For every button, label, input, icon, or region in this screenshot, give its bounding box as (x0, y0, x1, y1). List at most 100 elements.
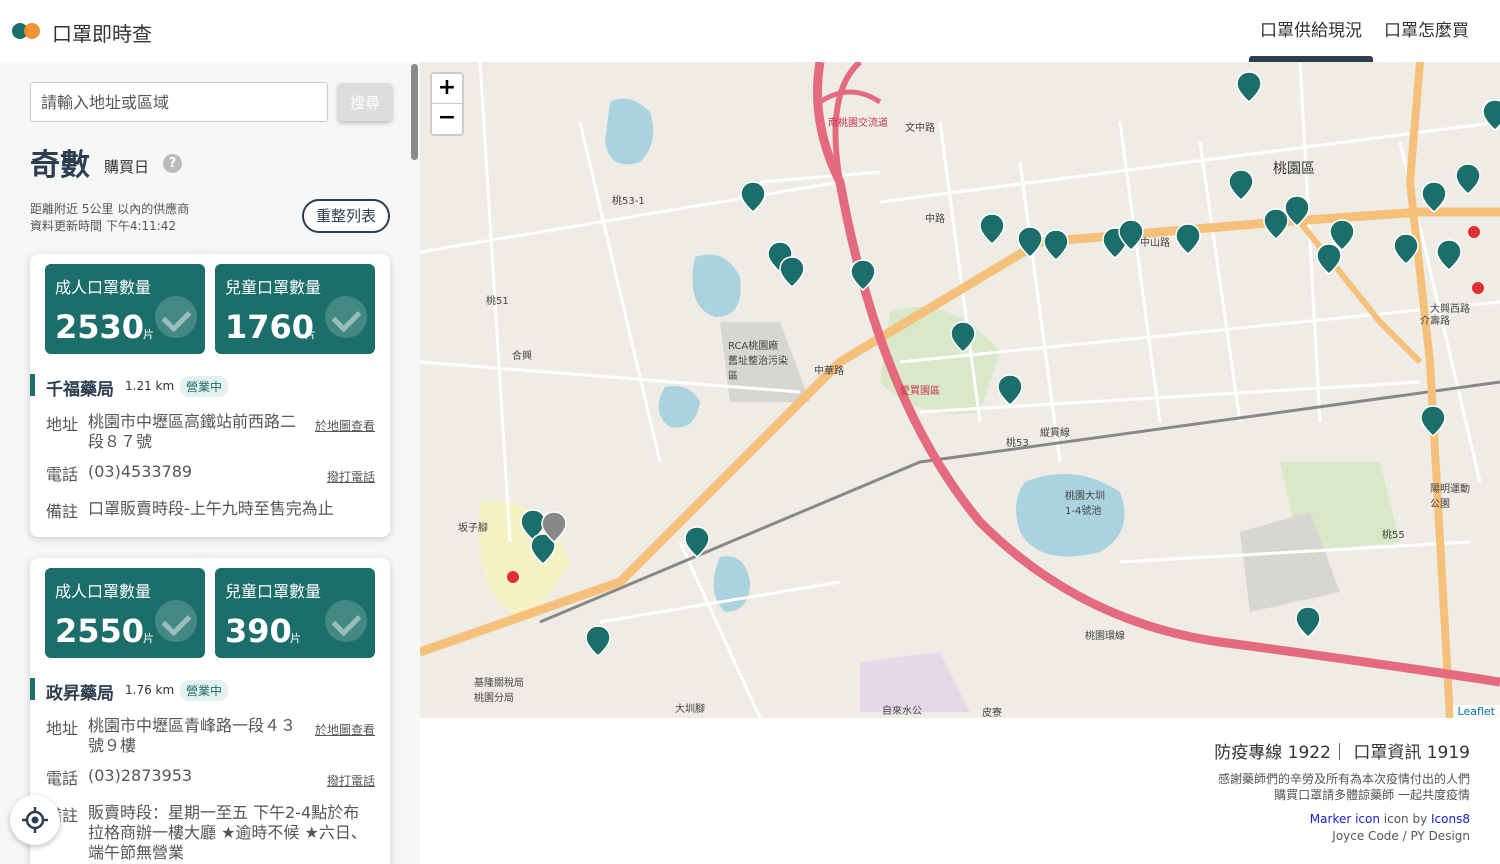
zoom-in-button[interactable]: + (432, 74, 462, 104)
store-distance: 1.21 km (125, 379, 175, 393)
map-label: 皮寮 (982, 708, 1002, 718)
child-mask-number: 390 (225, 612, 292, 650)
search-button[interactable]: 搜尋 (338, 83, 392, 121)
store-note: 口罩販賣時段-上午九時至售完為止 (88, 499, 334, 518)
map-label: 縱貫線 (1040, 428, 1070, 439)
map-label: 桃園大圳1-4號池 (1065, 491, 1105, 517)
zoom-control: + − (430, 72, 464, 136)
map-label: 中路 (925, 214, 945, 225)
map-label: 大圳腳 (675, 704, 705, 715)
marker-icon-link[interactable]: Marker icon (1310, 812, 1380, 826)
map[interactable]: 南桃園交流道 文中路 桃園區 中山路 中華路 桃園環線 縱貫線 桃園大圳1-4號… (420, 62, 1500, 718)
map-label: 陽明運動公園 (1430, 484, 1470, 510)
call-link[interactable]: 撥打電話 (327, 468, 375, 485)
adult-mask-count: 成人口罩數量 2530 片 (45, 264, 205, 354)
map-label: 自來水公 (882, 706, 922, 717)
address-label: 地址 (46, 415, 79, 434)
store-phone: (03)4533789 (88, 462, 193, 481)
view-on-map-link[interactable]: 於地圖查看 (315, 417, 375, 434)
status-badge: 營業中 (180, 376, 229, 397)
pharmacy-card[interactable]: 成人口罩數量 2530 片 兒童口罩數量 1760 片 千福藥局 1.21 km… (30, 254, 390, 537)
store-address: 桃園市中壢區青峰路一段４３號９樓 (88, 716, 297, 755)
credit-by-text: icon by (1379, 812, 1432, 826)
range-info: 距離附近 5公里 以內的供應商 (30, 202, 190, 216)
adult-mask-count: 成人口罩數量 2550 片 (45, 568, 205, 658)
map-tiles (420, 62, 1500, 718)
update-time: 資料更新時間 下午4:11:42 (30, 219, 177, 233)
map-label: 愛買園區 (900, 386, 940, 397)
adult-mask-number: 2530 (55, 308, 145, 346)
search-input[interactable] (30, 82, 328, 122)
child-mask-label: 兒童口罩數量 (225, 582, 322, 601)
unit-label: 片 (143, 328, 154, 341)
reset-list-button[interactable]: 重整列表 (302, 199, 390, 233)
locate-me-button[interactable] (10, 795, 60, 845)
call-link[interactable]: 撥打電話 (327, 772, 375, 789)
note-label: 備註 (46, 502, 79, 521)
status-badge: 營業中 (180, 680, 229, 701)
sidebar: 搜尋 奇數 購買日 ? 距離附近 5公里 以內的供應商 資料更新時間 下午4:1… (0, 62, 420, 864)
store-address: 桃園市中壢區高鐵站前西路二段８７號 (88, 412, 297, 451)
design-credit: Joyce Code / PY Design (1332, 829, 1470, 843)
adult-mask-number: 2550 (55, 612, 145, 650)
help-icon[interactable]: ? (163, 154, 182, 173)
unit-label: 片 (305, 328, 316, 341)
map-label: 南桃園交流道 (828, 118, 888, 129)
hotline-info: 防疫專線 1922｜ 口罩資訊 1919 (1214, 743, 1470, 763)
map-label: 桃55 (1382, 530, 1405, 541)
map-label: 合興 (512, 351, 532, 362)
main-nav: 口罩供給現況 口罩怎麼買 (1249, 0, 1480, 62)
map-label: 文中路 (905, 123, 935, 134)
nav-supply-status[interactable]: 口罩供給現況 (1249, 0, 1373, 62)
child-mask-count: 兒童口罩數量 390 片 (215, 568, 375, 658)
child-mask-number: 1760 (225, 308, 315, 346)
store-note: 販賣時段：星期一至五 下午2-4點於布拉格商辦一樓大廳 ★逾時不候 ★六日、端午… (88, 803, 367, 862)
crosshair-icon (22, 807, 48, 833)
map-marker (740, 181, 766, 213)
nav-how-to-buy[interactable]: 口罩怎麼買 (1373, 0, 1480, 62)
map-label: 中山路 (1140, 238, 1170, 249)
map-label: RCA桃園廠舊址整治污染區 (728, 341, 788, 382)
thanks-text: 感謝藥師們的辛勞及所有為本次疫情付出的人們 (1217, 772, 1470, 786)
child-mask-count: 兒童口罩數量 1760 片 (215, 264, 375, 354)
app-title[interactable]: 口罩即時查 (52, 18, 152, 47)
map-label: 桃園區 (1273, 161, 1315, 177)
purchase-day-label: 購買日 (104, 158, 150, 176)
search-bar: 搜尋 (30, 82, 392, 122)
map-label: 介壽路 (1420, 316, 1450, 327)
adult-mask-label: 成人口罩數量 (55, 278, 152, 297)
purchase-day-type: 奇數 (30, 148, 90, 183)
check-icon (325, 600, 367, 642)
view-on-map-link[interactable]: 於地圖查看 (315, 721, 375, 738)
map-label: 中華路 (814, 366, 844, 377)
map-label: 桃53-1 (612, 196, 645, 207)
logo-icon (12, 23, 42, 39)
check-icon (155, 600, 197, 642)
store-phone: (03)2873953 (88, 766, 193, 785)
phone-label: 電話 (46, 769, 79, 788)
map-label: 桃53 (1006, 438, 1029, 449)
store-accent-bar (30, 678, 35, 700)
check-icon (325, 296, 367, 338)
map-attribution[interactable]: Leaflet (1452, 705, 1500, 718)
pharmacy-card[interactable]: 成人口罩數量 2550 片 兒童口罩數量 390 片 政昇藥局 1.76 km … (30, 558, 390, 864)
app-header: 口罩即時查 口罩供給現況 口罩怎麼買 (0, 0, 1500, 62)
phone-label: 電話 (46, 465, 79, 484)
zoom-out-button[interactable]: − (432, 104, 462, 134)
child-mask-label: 兒童口罩數量 (225, 278, 322, 297)
unit-label: 片 (143, 632, 154, 645)
store-name: 政昇藥局 (46, 684, 114, 704)
store-accent-bar (30, 374, 35, 396)
adult-mask-label: 成人口罩數量 (55, 582, 152, 601)
thanks-text-2: 購買口罩請多體諒藥師 一起共度疫情 (1274, 788, 1470, 802)
check-icon (155, 296, 197, 338)
icon-credit: Marker icon icon by Icons8 (1310, 812, 1470, 826)
store-distance: 1.76 km (125, 683, 175, 697)
icons8-link[interactable]: Icons8 (1431, 812, 1470, 826)
map-label: 桃51 (486, 296, 509, 307)
map-label: 桃園環線 (1085, 631, 1125, 642)
map-label: 坂子腳 (458, 523, 488, 534)
sidebar-scrollbar[interactable] (411, 64, 418, 160)
address-label: 地址 (46, 719, 79, 738)
map-label: 基隆關稅局桃園分局 (474, 678, 524, 704)
